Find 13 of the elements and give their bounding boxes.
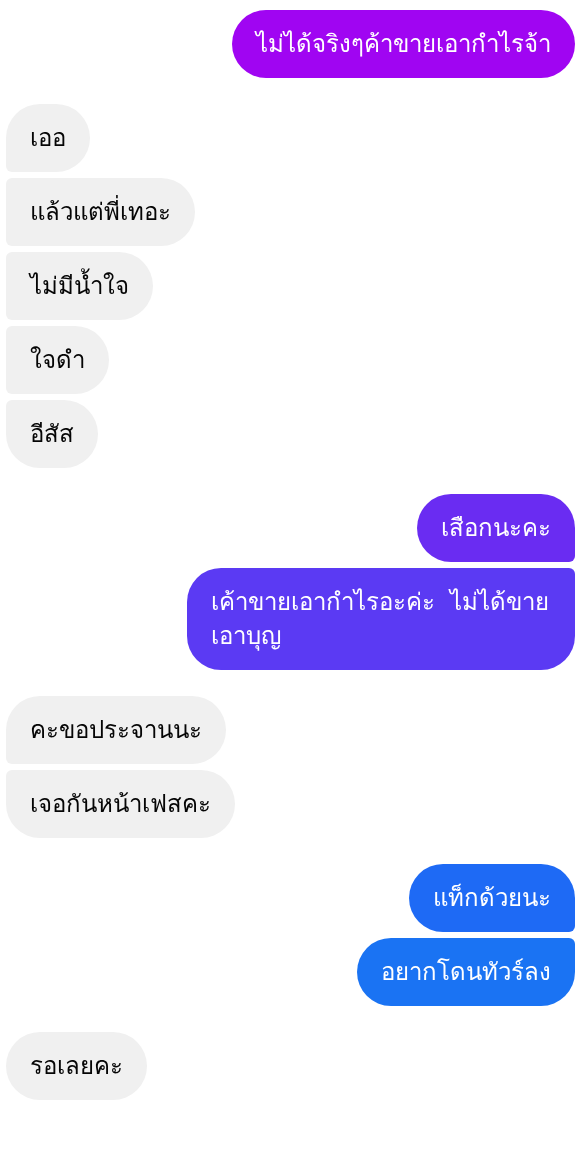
- received-message-bubble: เออ: [6, 104, 90, 172]
- received-message-bubble: เจอกันหน้าเฟสคะ: [6, 770, 235, 838]
- received-message-bubble: ใจดำ: [6, 326, 109, 394]
- received-message-bubble: คะขอประจานนะ: [6, 696, 226, 764]
- received-message-bubble: แล้วแต่พี่เทอะ: [6, 178, 195, 246]
- sent-message-bubble: เสือกนะคะ: [417, 494, 575, 562]
- received-message-bubble: รอเลยคะ: [6, 1032, 147, 1100]
- sent-message-bubble: ไม่ได้จริงๆค้าขายเอากำไรจ้า: [232, 10, 575, 78]
- sent-message-bubble: แท็กด้วยนะ: [409, 864, 575, 932]
- sent-message-bubble: เค้าขายเอากำไรอะค่ะ ไม่ได้ขายเอาบุญ: [187, 568, 575, 670]
- sent-message-bubble: อยากโดนทัวร์ลง: [357, 938, 575, 1006]
- received-message-bubble: อีสัส: [6, 400, 98, 468]
- received-message-bubble: ไม่มีน้ำใจ: [6, 252, 153, 320]
